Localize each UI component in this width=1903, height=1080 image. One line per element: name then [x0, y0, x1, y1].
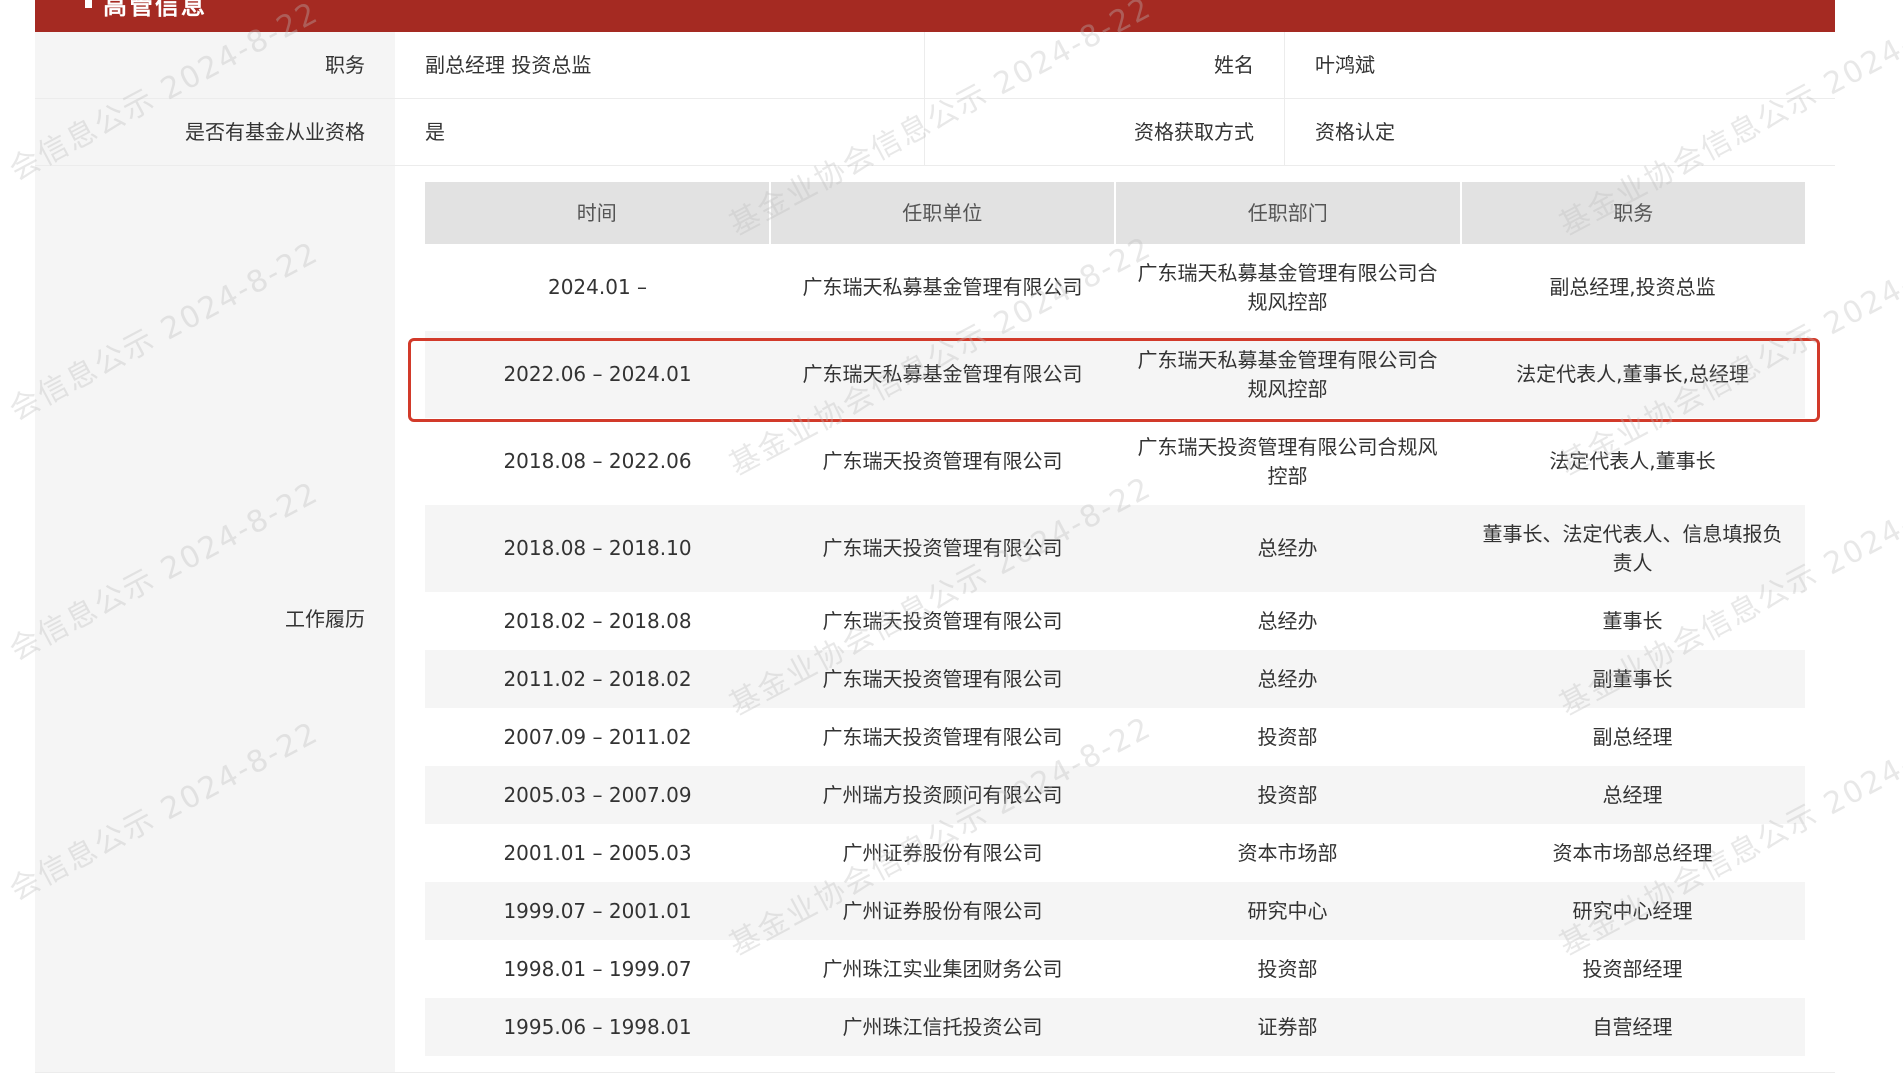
row-department: 投资部 — [1257, 956, 1318, 981]
name-value: 叶鸿斌 — [1285, 32, 1835, 99]
row-company: 广东瑞天投资管理有限公司 — [822, 666, 1063, 691]
row-department: 投资部 — [1257, 782, 1318, 807]
row-position: 董事长 — [1602, 608, 1663, 633]
row-department: 资本市场部 — [1237, 840, 1338, 865]
row-time: 1995.06 – 1998.01 — [503, 1014, 692, 1039]
qualification-value: 是 — [395, 99, 925, 166]
row-department: 总经办 — [1257, 608, 1318, 633]
row-department: 总经办 — [1257, 536, 1318, 560]
row-position: 研究中心经理 — [1572, 898, 1693, 923]
row-department: 总经办 — [1257, 666, 1318, 691]
table-row: 2007.09 – 2011.02 广东瑞天投资管理有限公司 投资部 副总经理 — [425, 708, 1805, 766]
row-department: 广东瑞天私募基金管理有限公司合规风控部 — [1137, 347, 1438, 401]
row-department: 广东瑞天投资管理有限公司合规风控部 — [1137, 434, 1438, 488]
row-position: 副总经理,投资总监 — [1549, 275, 1716, 299]
header-department: 任职部门 — [1116, 182, 1462, 244]
table-row: 2018.08 – 2022.06 广东瑞天投资管理有限公司 广东瑞天投资管理有… — [425, 418, 1805, 505]
qualification-label: 是否有基金从业资格 — [35, 99, 395, 166]
row-company: 广州珠江实业集团财务公司 — [822, 956, 1063, 981]
row-company: 广州证券股份有限公司 — [842, 840, 1043, 865]
table-row: 2001.01 – 2005.03 广州证券股份有限公司 资本市场部 资本市场部… — [425, 824, 1805, 882]
position-value: 副总经理 投资总监 — [395, 32, 925, 99]
section-marker-icon — [85, 0, 92, 8]
row-time: 2005.03 – 2007.09 — [503, 782, 692, 807]
table-row: 2011.02 – 2018.02 广东瑞天投资管理有限公司 总经办 副董事长 — [425, 650, 1805, 708]
row-department: 证券部 — [1257, 1014, 1318, 1039]
row-company: 广州瑞方投资顾问有限公司 — [822, 782, 1063, 807]
row-position: 资本市场部总经理 — [1552, 840, 1713, 865]
table-row: 2022.06 – 2024.01 广东瑞天私募基金管理有限公司 广东瑞天私募基… — [425, 331, 1805, 418]
row-time: 1999.07 – 2001.01 — [503, 898, 692, 923]
row-time: 2018.02 – 2018.08 — [503, 608, 692, 633]
row-time: 2018.08 – 2022.06 — [503, 449, 692, 473]
row-time: 2011.02 – 2018.02 — [503, 666, 692, 691]
table-row: 1999.07 – 2001.01 广州证券股份有限公司 研究中心 研究中心经理 — [425, 882, 1805, 940]
name-label: 姓名 — [925, 32, 1285, 99]
table-row: 2005.03 – 2007.09 广州瑞方投资顾问有限公司 投资部 总经理 — [425, 766, 1805, 824]
table-row: 2018.02 – 2018.08 广东瑞天投资管理有限公司 总经办 董事长 — [425, 592, 1805, 650]
row-position: 法定代表人,董事长 — [1549, 449, 1716, 473]
row-company: 广东瑞天私募基金管理有限公司 — [802, 275, 1083, 299]
row-time: 2022.06 – 2024.01 — [503, 362, 692, 386]
row-position: 副董事长 — [1592, 666, 1673, 691]
row-position: 副总经理 — [1592, 724, 1673, 749]
work-history-header: 时间 任职单位 任职部门 职务 — [425, 182, 1805, 244]
row-company: 广东瑞天投资管理有限公司 — [822, 449, 1063, 473]
row-company: 广东瑞天投资管理有限公司 — [822, 536, 1063, 560]
work-history-label: 工作履历 — [35, 166, 395, 1072]
position-label: 职务 — [35, 32, 395, 99]
section-header-bar: 高管信息 — [35, 0, 1835, 32]
row-time: 2024.01 – — [547, 275, 648, 299]
table-row: 1995.06 – 1998.01 广州珠江信托投资公司 证券部 自营经理 — [425, 998, 1805, 1056]
header-position: 职务 — [1613, 201, 1654, 225]
row-company: 广州珠江信托投资公司 — [842, 1014, 1043, 1039]
row-company: 广州证券股份有限公司 — [842, 898, 1043, 923]
table-bottom-divider — [35, 1072, 1835, 1073]
row-position: 自营经理 — [1592, 1014, 1673, 1039]
row-position: 投资部经理 — [1582, 956, 1683, 981]
row-company: 广东瑞天投资管理有限公司 — [822, 608, 1063, 633]
row-company: 广东瑞天私募基金管理有限公司 — [802, 362, 1083, 386]
table-row: 1998.01 – 1999.07 广州珠江实业集团财务公司 投资部 投资部经理 — [425, 940, 1805, 998]
row-time: 2018.08 – 2018.10 — [503, 536, 692, 560]
row-time: 2007.09 – 2011.02 — [503, 724, 692, 749]
page: 高管信息 职务 副总经理 投资总监 姓名 叶鸿斌 是否有基金从业资格 是 资格获… — [0, 0, 1903, 1080]
table-row: 2024.01 – 广东瑞天私募基金管理有限公司 广东瑞天私募基金管理有限公司合… — [425, 244, 1805, 331]
work-history-area: 时间 任职单位 任职部门 职务 2024.01 – 广东瑞天私募基金管理有限公司… — [395, 166, 1835, 1072]
executive-info-table: 职务 副总经理 投资总监 姓名 叶鸿斌 是否有基金从业资格 是 资格获取方式 资… — [35, 32, 1835, 1072]
row-time: 2001.01 – 2005.03 — [503, 840, 692, 865]
row-company: 广东瑞天投资管理有限公司 — [822, 724, 1063, 749]
qualification-method-value: 资格认定 — [1285, 99, 1835, 166]
row-position: 法定代表人,董事长,总经理 — [1516, 362, 1749, 386]
row-department: 广东瑞天私募基金管理有限公司合规风控部 — [1137, 260, 1438, 314]
table-row: 2018.08 – 2018.10 广东瑞天投资管理有限公司 总经办 董事长、法… — [425, 505, 1805, 592]
row-time: 1998.01 – 1999.07 — [503, 956, 692, 981]
row-department: 研究中心 — [1247, 898, 1328, 923]
qualification-method-label: 资格获取方式 — [925, 99, 1285, 166]
header-time: 时间 — [425, 182, 771, 244]
row-position: 董事长、法定代表人、信息填报负责人 — [1482, 521, 1783, 575]
row-department: 投资部 — [1257, 724, 1318, 749]
header-company: 任职单位 — [771, 182, 1116, 244]
row-position: 总经理 — [1602, 782, 1663, 807]
work-history-table: 时间 任职单位 任职部门 职务 2024.01 – 广东瑞天私募基金管理有限公司… — [425, 182, 1805, 1056]
section-title: 高管信息 — [103, 0, 207, 20]
